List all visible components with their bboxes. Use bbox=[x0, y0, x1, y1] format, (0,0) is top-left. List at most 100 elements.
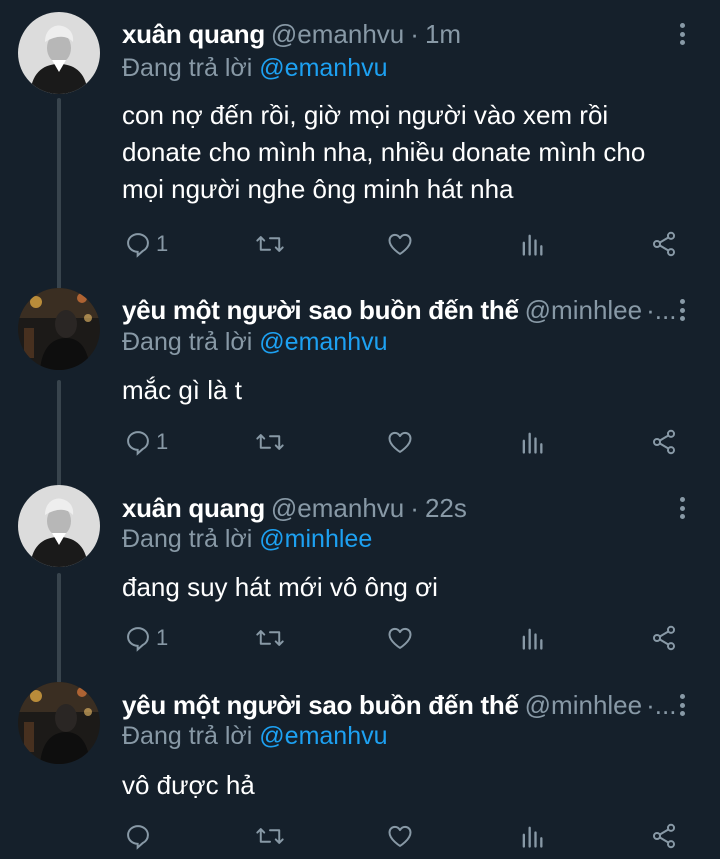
reply-count: 1 bbox=[156, 429, 169, 454]
tweet-1[interactable]: xuân quang @emanhvu · 1m Đang trả lời @e… bbox=[0, 0, 720, 293]
text-line: donate cho mình nha, nhiều donate mình c… bbox=[122, 137, 646, 167]
share-icon bbox=[652, 823, 676, 849]
separator: · bbox=[410, 493, 419, 523]
user-handle[interactable]: @emanhvu bbox=[271, 17, 404, 51]
tweet-text: đang suy hát mới vô ông ơi bbox=[122, 569, 690, 606]
avatar-image bbox=[18, 485, 100, 567]
reply-button[interactable]: 1 bbox=[124, 618, 168, 658]
text-line: mắc gì là t bbox=[122, 375, 242, 405]
timestamp[interactable]: 22s bbox=[425, 491, 467, 525]
retweet-icon bbox=[256, 434, 284, 450]
replying-to: Đang trả lời @emanhvu bbox=[122, 326, 388, 358]
tweet-3[interactable]: xuân quang @emanhvu · 22s Đang trả lời @… bbox=[0, 475, 720, 685]
like-button[interactable] bbox=[386, 422, 414, 462]
like-icon bbox=[388, 627, 412, 649]
reply-mention-link[interactable]: @emanhvu bbox=[259, 54, 387, 82]
reply-icon bbox=[127, 825, 149, 850]
share-button[interactable] bbox=[650, 816, 678, 856]
like-button[interactable] bbox=[386, 618, 414, 658]
avatar[interactable] bbox=[18, 485, 100, 567]
tweet-header: xuân quang @emanhvu · 1m bbox=[122, 17, 680, 51]
retweet-icon bbox=[256, 828, 284, 844]
reply-mention-link[interactable]: @minhlee bbox=[259, 525, 372, 553]
user-handle[interactable]: @emanhvu bbox=[271, 491, 404, 525]
retweet-button[interactable] bbox=[255, 422, 285, 462]
replying-label: Đang trả lời bbox=[122, 328, 253, 356]
user-handle[interactable]: @minhlee bbox=[525, 293, 642, 327]
more-options-icon[interactable] bbox=[672, 20, 692, 48]
replying-label: Đang trả lời bbox=[122, 525, 253, 553]
retweet-button[interactable] bbox=[255, 816, 285, 856]
tweet-actions: 1 bbox=[0, 422, 720, 462]
reply-thread: xuân quang @emanhvu · 1m Đang trả lời @e… bbox=[0, 0, 720, 859]
reply-mention-link[interactable]: @emanhvu bbox=[259, 722, 387, 750]
analytics-icon bbox=[522, 628, 543, 650]
analytics-button[interactable] bbox=[518, 422, 546, 462]
tweet-2[interactable]: yêu một người sao buồn đến thế @minhlee … bbox=[0, 282, 720, 490]
more-options-icon[interactable] bbox=[672, 691, 692, 719]
more-options-icon[interactable] bbox=[672, 494, 692, 522]
share-icon bbox=[652, 429, 676, 455]
reply-icon bbox=[127, 431, 149, 456]
reply-mention-link[interactable]: @emanhvu bbox=[259, 328, 387, 356]
replying-label: Đang trả lời bbox=[122, 54, 253, 82]
analytics-icon bbox=[522, 826, 543, 848]
like-button[interactable] bbox=[386, 224, 414, 264]
tweet-text: mắc gì là t bbox=[122, 372, 690, 409]
reply-count: 1 bbox=[156, 231, 169, 256]
tweet-actions: 1 bbox=[0, 618, 720, 658]
tweet-actions: 1 bbox=[0, 224, 720, 264]
tweet-text: vô được hả bbox=[122, 767, 690, 804]
replying-to: Đang trả lời @minhlee bbox=[122, 523, 372, 555]
retweet-button[interactable] bbox=[255, 224, 285, 264]
tweet-header: xuân quang @emanhvu · 22s bbox=[122, 491, 680, 525]
text-line: đang suy hát mới vô ông ơi bbox=[122, 572, 438, 602]
reply-button[interactable] bbox=[124, 816, 156, 856]
avatar[interactable] bbox=[18, 288, 100, 370]
retweet-icon bbox=[256, 236, 284, 252]
avatar-image bbox=[18, 682, 100, 764]
avatar[interactable] bbox=[18, 682, 100, 764]
reply-icon bbox=[127, 627, 149, 652]
share-icon bbox=[652, 231, 676, 257]
replying-label: Đang trả lời bbox=[122, 722, 253, 750]
retweet-button[interactable] bbox=[255, 618, 285, 658]
analytics-button[interactable] bbox=[518, 618, 546, 658]
share-icon bbox=[652, 625, 676, 651]
display-name[interactable]: xuân quang bbox=[122, 491, 265, 525]
separator: · bbox=[410, 19, 419, 49]
text-line: vô được hả bbox=[122, 770, 255, 800]
text-line: con nợ đến rồi, giờ mọi người vào xem rồ… bbox=[122, 100, 609, 130]
replying-to: Đang trả lời @emanhvu bbox=[122, 52, 388, 84]
text-line: mọi người nghe ông minh hát nha bbox=[122, 174, 514, 204]
avatar-image bbox=[18, 12, 100, 94]
share-button[interactable] bbox=[650, 224, 678, 264]
analytics-icon bbox=[522, 234, 543, 256]
share-button[interactable] bbox=[650, 618, 678, 658]
analytics-button[interactable] bbox=[518, 224, 546, 264]
display-name[interactable]: yêu một người sao buồn đến thế bbox=[122, 293, 519, 327]
reply-icon bbox=[127, 233, 149, 258]
user-handle[interactable]: @minhlee bbox=[525, 688, 642, 722]
like-icon bbox=[388, 825, 412, 847]
like-icon bbox=[388, 431, 412, 453]
like-button[interactable] bbox=[386, 816, 414, 856]
share-button[interactable] bbox=[650, 422, 678, 462]
reply-button[interactable]: 1 bbox=[124, 224, 168, 264]
retweet-icon bbox=[256, 630, 284, 646]
avatar[interactable] bbox=[18, 12, 100, 94]
analytics-icon bbox=[522, 432, 543, 454]
display-name[interactable]: xuân quang bbox=[122, 17, 265, 51]
like-icon bbox=[388, 233, 412, 255]
tweet-4[interactable]: yêu một người sao buồn đến thế @minhlee … bbox=[0, 672, 720, 859]
replying-to: Đang trả lời @emanhvu bbox=[122, 720, 388, 752]
reply-button[interactable]: 1 bbox=[124, 422, 168, 462]
analytics-button[interactable] bbox=[518, 816, 546, 856]
reply-count: 1 bbox=[156, 625, 169, 650]
more-options-icon[interactable] bbox=[672, 296, 692, 324]
avatar-image bbox=[18, 288, 100, 370]
tweet-header: yêu một người sao buồn đến thế @minhlee … bbox=[122, 293, 680, 327]
timestamp[interactable]: 1m bbox=[425, 17, 461, 51]
display-name[interactable]: yêu một người sao buồn đến thế bbox=[122, 688, 519, 722]
tweet-actions bbox=[0, 816, 720, 856]
